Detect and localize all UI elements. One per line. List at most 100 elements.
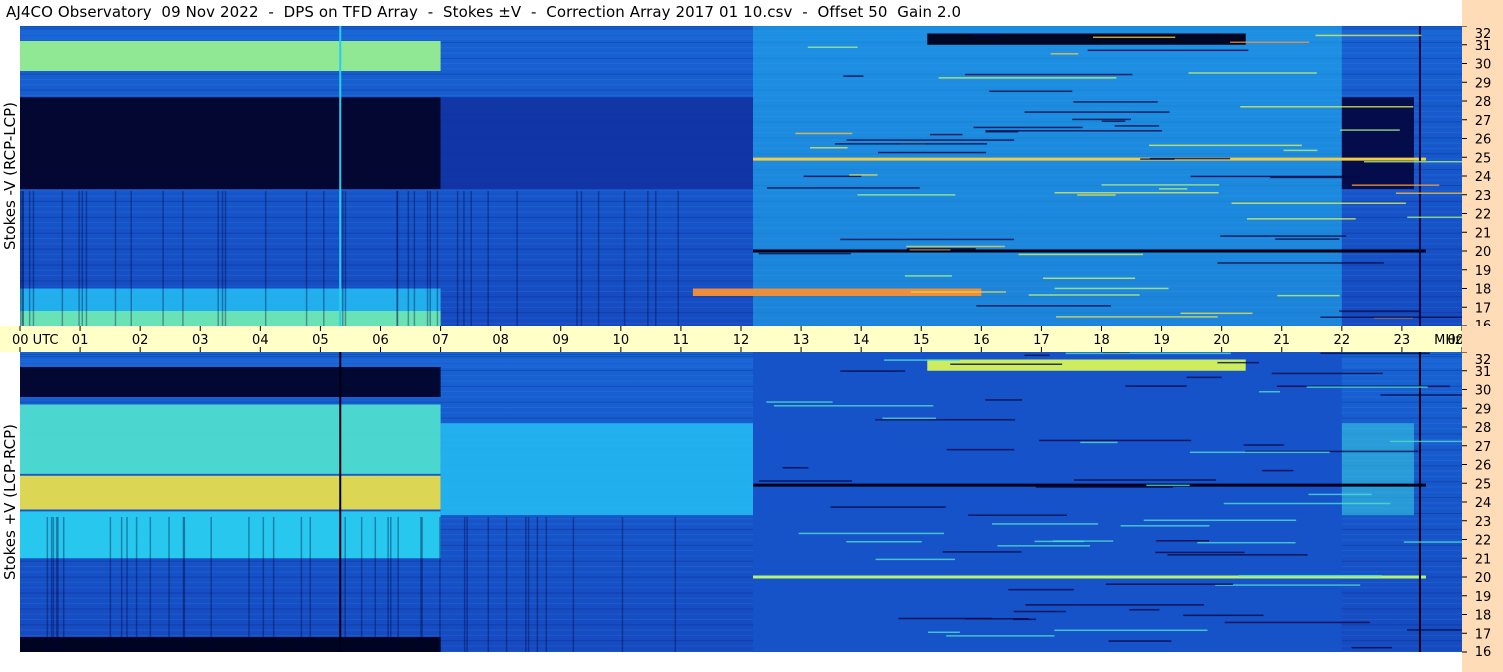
night-streak [344,517,346,652]
time-tick-label: 16 [973,333,990,348]
rfi-streak [1320,352,1430,355]
night-streak [109,517,112,652]
rfi-streak [1028,294,1140,296]
freq-tick-label: 16 [1475,645,1492,660]
night-streak [487,517,490,652]
rfi-streak [989,90,1073,93]
freq-tick-label: 28 [1475,421,1492,436]
rfi-streak [803,175,862,178]
freq-tick-label: 28 [1475,95,1492,110]
freq-tick-label: 17 [1475,627,1492,642]
night-streak [217,191,219,326]
rfi-streak [1315,34,1422,37]
rfi-streak [834,143,988,145]
night-streak [62,517,65,652]
rfi-streak [906,245,1005,248]
rfi-streak [1197,541,1296,544]
night-streak [61,191,64,326]
freq-tick-label: 29 [1475,76,1492,91]
rfi-streak [1390,440,1462,443]
freq-tick-label: 30 [1475,384,1492,399]
rfi-streak [1224,621,1370,624]
rfi-streak [1120,525,1210,527]
rfi-streak [758,480,852,482]
rfi-streak [1240,106,1414,108]
night-streak [429,191,432,326]
freq-tick-label: 20 [1475,571,1492,586]
night-streak [487,191,489,326]
night-streak [426,191,429,326]
heatmap-band-2 [440,97,754,190]
rfi-streak [840,370,906,372]
rfi-streak [1223,502,1391,505]
rfi-streak [946,448,1015,451]
rfi-streak [1024,111,1170,113]
night-streak [305,191,308,326]
rfi-streak [1243,444,1284,446]
rfi-streak [1101,184,1220,186]
rfi-streak [910,291,1007,293]
rfi-streak [1364,160,1462,163]
rfi-streak [846,139,1015,141]
time-tick-label: 04 [252,333,269,348]
night-streak [78,191,80,326]
rfi-streak [1054,287,1169,290]
night-streak [300,517,303,652]
heatmap-band-1 [20,404,441,474]
interference-line-9 [753,157,1426,161]
heatmap-band-6 [1341,97,1414,190]
freq-tick-label: 19 [1475,590,1492,605]
rfi-streak [1380,394,1462,396]
heatmap-band-8 [927,359,1246,371]
night-streak [32,191,35,326]
rfi-streak [1146,484,1190,487]
spectrogram-top-svg [20,26,1462,326]
time-tick-label: 13 [793,333,810,348]
rfi-streak [766,401,833,403]
rfi-streak [985,130,1162,132]
time-tick-label: 09 [552,333,569,348]
rfi-streak [906,247,976,250]
time-tick-label: 05 [312,333,329,348]
rfi-streak [1050,53,1079,55]
freq-tick-label: 27 [1475,114,1492,129]
night-streak [674,517,677,652]
time-axis-unit: MHz [1434,333,1462,348]
freq-tick-label: 24 [1475,170,1492,185]
heatmap-band-2 [20,475,441,510]
rfi-streak [1074,479,1217,481]
rfi-streak [1220,235,1346,237]
rfi-streak [875,558,955,561]
rfi-streak [810,147,848,149]
rfi-streak [1065,352,1231,355]
rfi-streak [968,514,1067,517]
night-streak [505,517,508,652]
night-streak [360,517,363,652]
rfi-streak [1155,551,1245,554]
night-streak [52,517,55,652]
rfi-streak [938,77,1117,79]
time-axis-svg: 00 UTC 01 02 03 04 05 06 07 08 09 10 11 12 13 14 15 16 17… [12,326,1462,352]
rfi-streak [1143,519,1297,522]
rfi-streak [882,417,937,420]
rfi-streak [1101,120,1126,122]
night-streak [597,191,600,326]
night-streak [525,517,527,652]
rfi-streak [1080,441,1118,444]
time-line-11 [339,352,342,652]
night-streak [323,191,325,326]
rfi-streak [985,399,1023,401]
freq-tick-label: 21 [1475,552,1492,567]
rfi-streak [1114,125,1160,127]
time-tick-label: 19 [1153,333,1170,348]
interference-line-9 [753,483,1426,487]
rfi-streak [807,46,858,49]
time-axis: 00 UTC 01 02 03 04 05 06 07 08 09 10 11 12 13 14 15 16 17… [0,326,1462,352]
rfi-streak [1054,192,1219,194]
rfi-streak [878,151,987,154]
rfi-streak [1395,192,1462,194]
time-tick-label: 07 [432,333,449,348]
night-streak [576,191,578,326]
rfi-streak [1073,101,1158,103]
night-streak [344,191,347,326]
